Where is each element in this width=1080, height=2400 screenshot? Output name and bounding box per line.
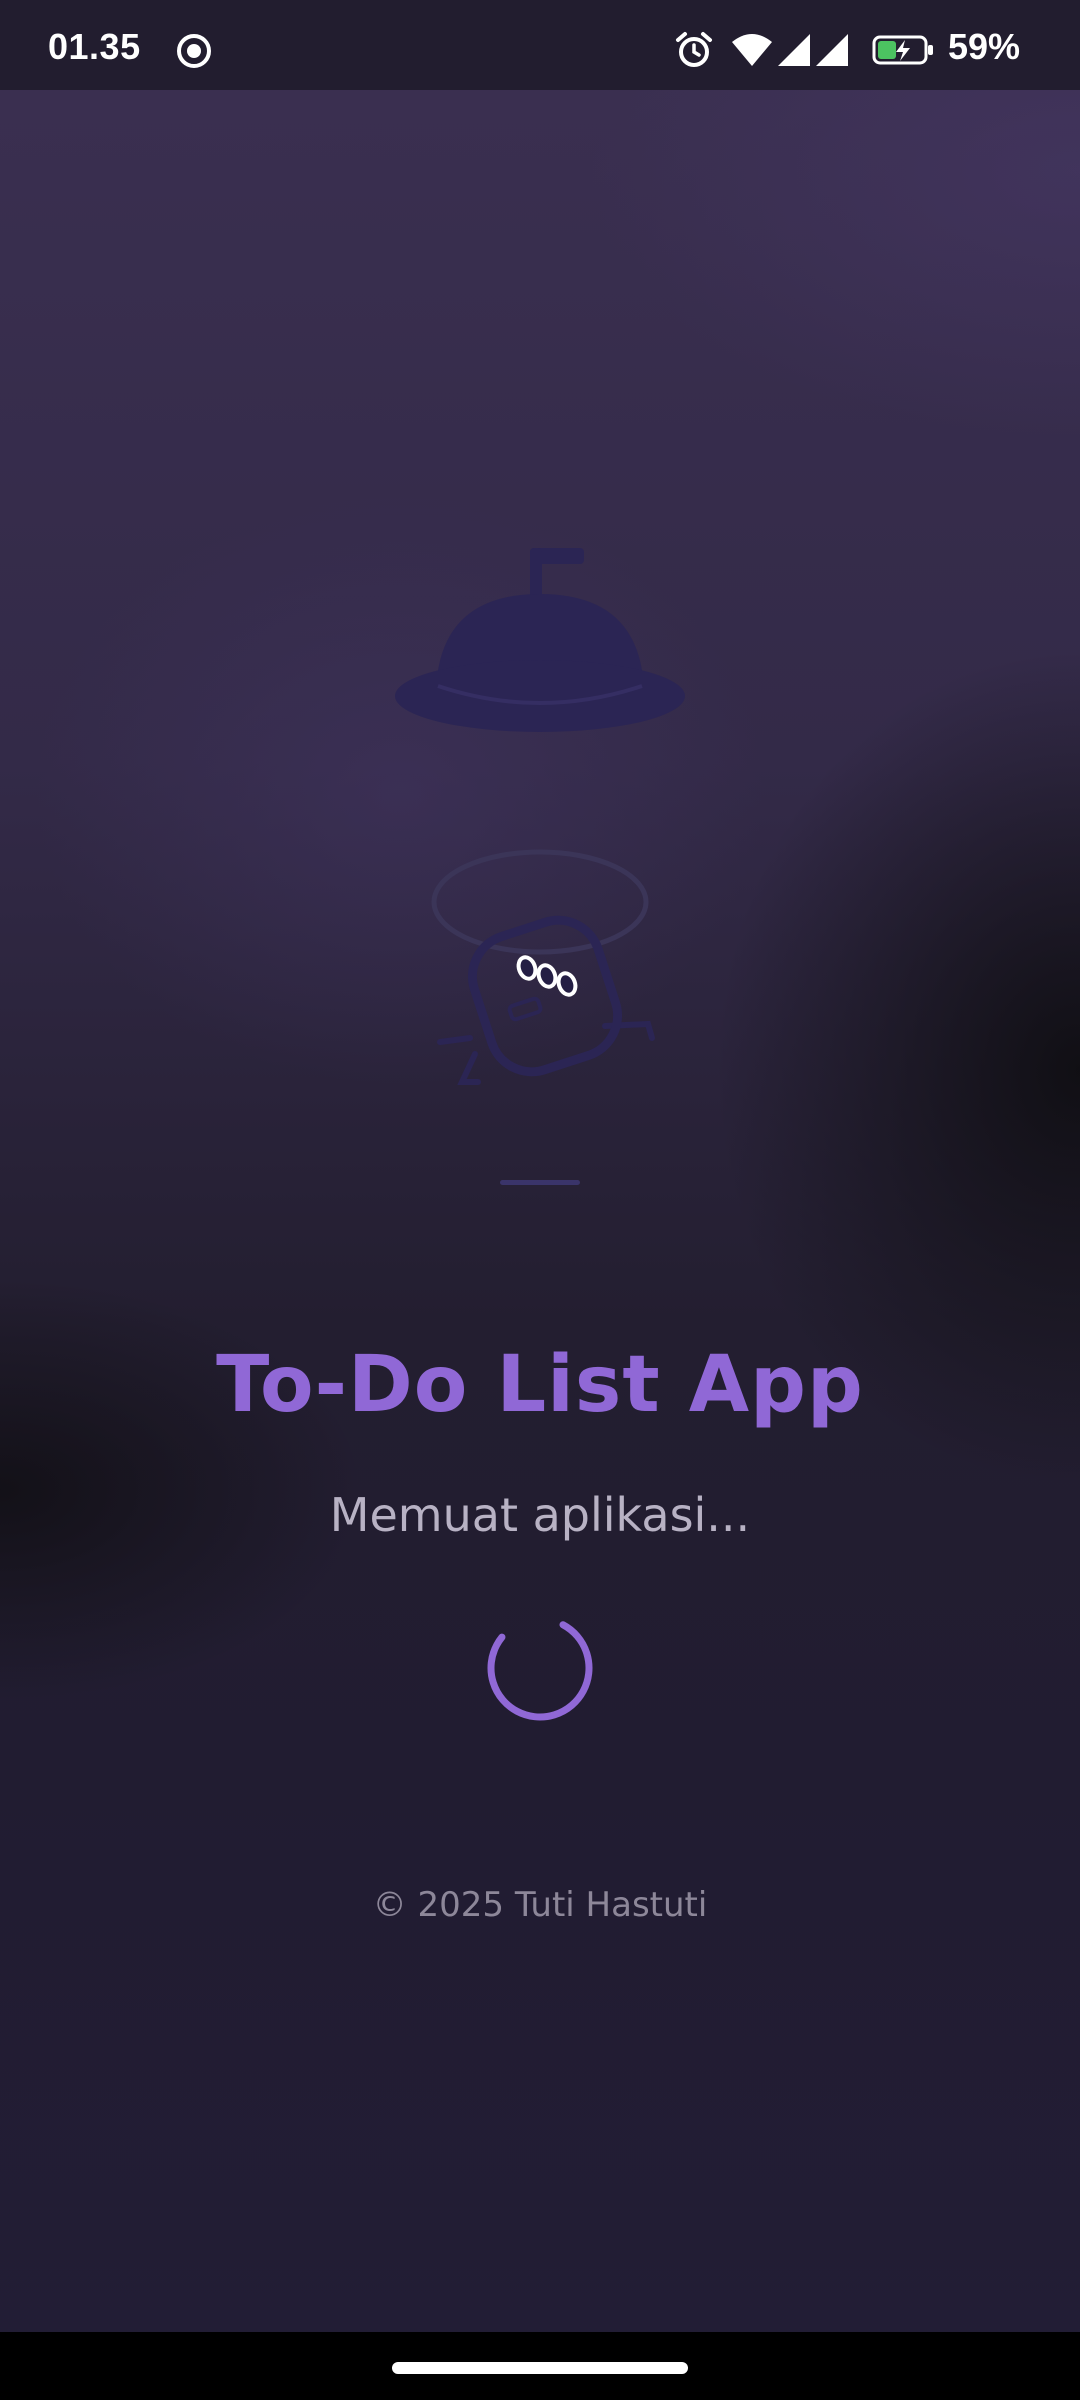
home-gesture-handle[interactable] — [392, 2362, 688, 2374]
alarm-icon — [676, 32, 712, 67]
copyright-text: © 2025 Tuti Hastuti — [372, 1885, 708, 1925]
navigation-bar — [0, 2332, 1080, 2400]
app-title: To-Do List App — [216, 1340, 864, 1430]
battery-charging-icon — [872, 35, 933, 65]
splash-background — [0, 90, 1080, 2332]
loading-spinner — [487, 1615, 593, 1721]
loading-text: Memuat aplikasi... — [329, 1488, 751, 1542]
screen-record-icon — [177, 34, 211, 68]
signal-icon — [816, 34, 848, 66]
status-bar: 01.35 59% — [0, 0, 1080, 90]
wifi-icon — [732, 34, 772, 66]
signal-icon — [778, 34, 810, 66]
mascot-shadow — [500, 1180, 580, 1185]
service-bell-mascot-illustration — [395, 548, 685, 1185]
service-bell-icon — [395, 548, 685, 732]
status-time: 01.35 — [48, 26, 141, 67]
halo-icon — [431, 849, 649, 955]
battery-percentage: 59% — [948, 26, 1021, 67]
